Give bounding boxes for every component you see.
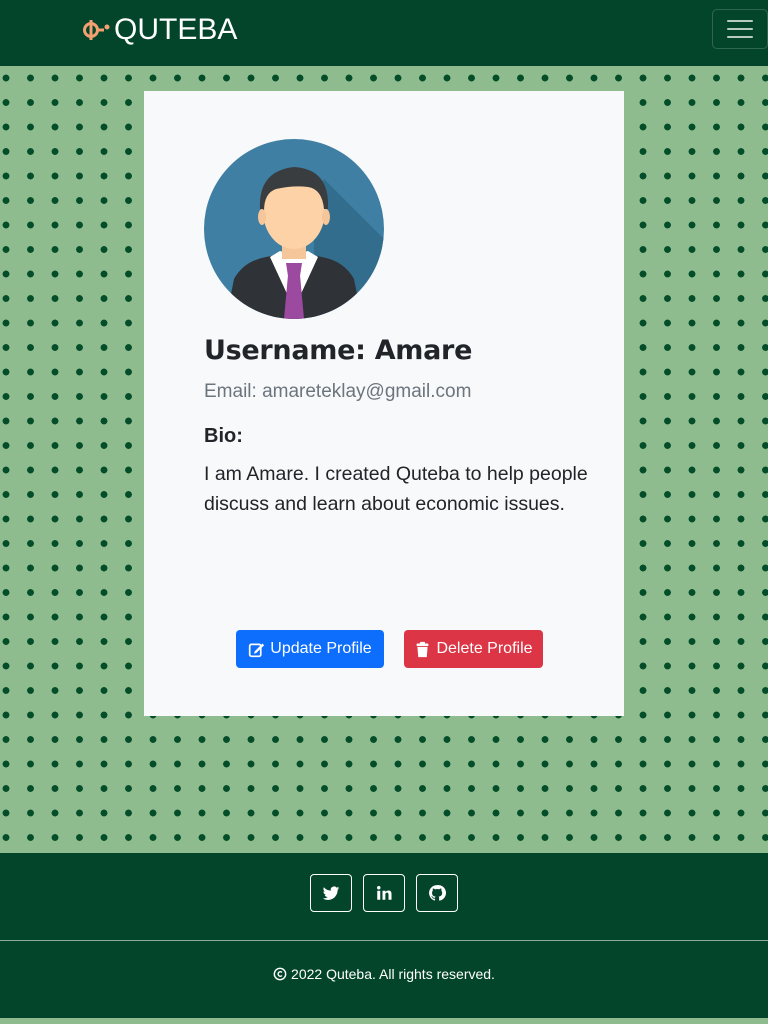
copyright-text: 2022 Quteba. All rights reserved. (291, 966, 495, 982)
twitter-icon (322, 886, 340, 900)
quteba-logo-icon (83, 20, 110, 40)
bottom-pattern-strip (0, 1018, 768, 1024)
delete-profile-label: Delete Profile (436, 640, 533, 657)
copyright-icon (273, 967, 287, 981)
brand-name: QUTEBA (114, 13, 238, 46)
update-profile-button[interactable]: Update Profile (236, 630, 384, 668)
profile-card: Username: Amare Email: amareteklay@gmail… (144, 91, 624, 716)
linkedin-link[interactable] (363, 874, 405, 912)
twitter-link[interactable] (310, 874, 352, 912)
footer-divider (0, 940, 768, 941)
bio-text: I am Amare. I created Quteba to help peo… (204, 463, 588, 515)
bio-heading: Bio: (204, 425, 243, 447)
footer: 2022 Quteba. All rights reserved. (0, 853, 768, 1018)
brand-link[interactable]: QUTEBA (80, 10, 237, 50)
user-avatar-icon (204, 139, 384, 319)
hamburger-menu-icon (727, 20, 753, 22)
navbar: QUTEBA (0, 0, 768, 66)
linkedin-icon (377, 886, 392, 900)
copyright-notice: 2022 Quteba. All rights reserved. (0, 966, 768, 982)
delete-profile-button[interactable]: Delete Profile (404, 630, 543, 668)
navbar-toggler-button[interactable] (712, 9, 768, 49)
trash-icon (417, 641, 429, 657)
github-link[interactable] (416, 874, 458, 912)
profile-email: Email: amareteklay@gmail.com (204, 381, 472, 402)
github-icon (429, 885, 446, 901)
profile-username: Username: Amare (204, 335, 473, 366)
edit-icon (249, 643, 265, 657)
update-profile-label: Update Profile (270, 640, 372, 657)
